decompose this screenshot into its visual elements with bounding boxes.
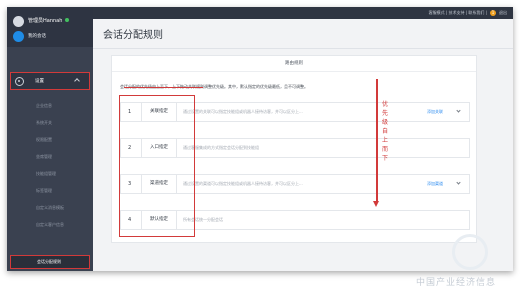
arrow-down-icon	[373, 201, 379, 207]
divider	[93, 48, 513, 49]
app-window: 客服模式 | 技术支持 | 联系我们 | 1 退出 管理员Hannah 我的会话…	[7, 7, 513, 271]
sidebar-item-tags[interactable]: 标签管理	[7, 182, 93, 199]
user-name: 管理员Hannah	[28, 18, 63, 24]
annotation-underline	[124, 87, 203, 88]
sidebar-item-message-templates[interactable]: 自定义消息模板	[7, 199, 93, 216]
rule-description: 通过客服集成的方式指定会话分配到技能组	[183, 145, 259, 150]
annotation-highlight-box	[119, 95, 195, 237]
sidebar-item-customer-info[interactable]: 自定义客户信息	[7, 216, 93, 233]
sidebar-item-settings[interactable]: 设置	[10, 72, 90, 90]
sidebar: 管理员Hannah 我的会话 设置 企业信息 系统开关 权限配置 坐席管理 技能…	[7, 7, 93, 271]
avatar[interactable]	[13, 16, 24, 27]
top-links[interactable]: 客服模式 | 技术支持 | 联系我们 |	[429, 10, 487, 16]
add-association-link[interactable]: 添加关联	[427, 103, 443, 121]
rule-description: 通过设置的关联可以指定技能组或机器人接待访客，并可以区分上...	[183, 109, 303, 114]
my-sessions-link[interactable]: 我的会话	[28, 33, 46, 39]
sidebar-item-agents[interactable]: 坐席管理	[7, 148, 93, 165]
chevron-down-icon[interactable]	[456, 108, 461, 113]
settings-submenu: 企业信息 系统开关 权限配置 坐席管理 技能组管理 标签管理 自定义消息模板 自…	[7, 97, 93, 233]
rule-description: 通过设置的渠道可以指定技能组或机器人接待访客，并可以区分上...	[183, 181, 303, 186]
logout-link[interactable]: 退出	[499, 10, 507, 16]
online-status-icon	[65, 18, 69, 22]
profile-panel: 管理员Hannah 我的会话	[7, 7, 93, 47]
notification-badge[interactable]: 1	[490, 10, 496, 16]
sidebar-item-system-switch[interactable]: 系统开关	[7, 114, 93, 131]
chevron-up-icon	[74, 78, 80, 84]
top-bar: 客服模式 | 技术支持 | 联系我们 | 1 退出	[93, 7, 513, 19]
sidebar-item-permissions[interactable]: 权限配置	[7, 131, 93, 148]
sidebar-item-company-info[interactable]: 企业信息	[7, 97, 93, 114]
sidebar-item-skill-groups[interactable]: 技能组管理	[7, 165, 93, 182]
chat-icon[interactable]	[13, 31, 24, 42]
gear-icon	[15, 76, 24, 86]
add-channel-link[interactable]: 添加渠道	[427, 175, 443, 193]
watermark-text: 中国产业经济信息	[416, 278, 497, 288]
annotation-text: 优先级自上而下	[382, 101, 389, 162]
annotation-arrow-line	[376, 79, 378, 203]
card-header: 路由规则	[112, 56, 476, 72]
sidebar-item-label: 设置	[35, 79, 44, 84]
rule-description: 所有会话统一分配会话	[183, 217, 223, 222]
sidebar-item-routing-rules[interactable]: 会话分配规则	[10, 255, 90, 269]
stage: 客服模式 | 技术支持 | 联系我们 | 1 退出 管理员Hannah 我的会话…	[0, 0, 520, 304]
page-title: 会话分配规则	[103, 30, 163, 41]
watermark-logo	[452, 234, 488, 270]
chevron-down-icon[interactable]	[456, 180, 461, 185]
